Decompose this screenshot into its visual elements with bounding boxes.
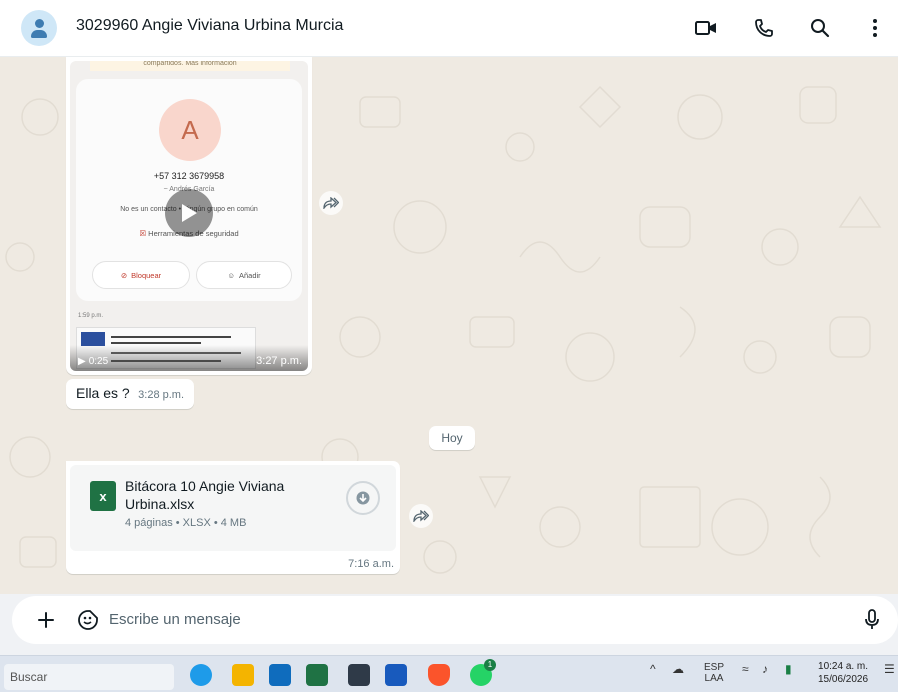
document-card[interactable]: x Bitácora 10 Angie Viviana Urbina.xlsx … (70, 465, 396, 551)
volume-icon[interactable]: ♪ (762, 662, 768, 676)
avatar-head-shape (35, 19, 44, 28)
sticky-notes-icon[interactable] (348, 664, 370, 686)
language-top: ESP (704, 662, 725, 673)
battery-icon[interactable]: ▮ (785, 662, 792, 676)
video-message-bubble[interactable]: compartidos. Más información A +57 312 3… (66, 57, 312, 375)
video-add-label: Añadir (238, 270, 261, 280)
text-message-bubble[interactable]: Ella es ? 3:28 p.m. (66, 379, 195, 409)
outlook-icon[interactable] (269, 664, 291, 686)
download-icon[interactable] (346, 481, 380, 515)
file-explorer-icon[interactable] (232, 664, 254, 686)
message-input[interactable]: Escribe un mensaje (109, 611, 241, 628)
language-indicator[interactable]: ESP LAA (704, 662, 724, 684)
wifi-icon[interactable]: ≈ (742, 662, 749, 676)
cloud-status-icon[interactable]: ☁ (672, 662, 684, 676)
microphone-icon[interactable] (858, 606, 886, 634)
video-contact-avatar: A (159, 99, 221, 161)
video-contact-phone: +57 312 3679958 (153, 171, 225, 181)
video-banner-text: compartidos. Más información (90, 61, 290, 71)
more-options-icon[interactable] (861, 14, 889, 42)
text-message-time: 3:28 p.m. (138, 389, 185, 401)
video-add-button: ☺ Añadir (196, 261, 292, 289)
text-message-content: Ella es ? (76, 385, 130, 401)
date-divider: Hoy (429, 426, 475, 450)
message-composer: Escribe un mensaje (0, 594, 898, 655)
block-icon: ⊘ (120, 270, 128, 280)
brave-browser-icon[interactable] (428, 664, 450, 686)
whatsapp-badge: 1 (484, 659, 496, 671)
contact-name[interactable]: 3029960 Angie Viviana Urbina Murcia (76, 17, 343, 35)
contact-avatar[interactable] (21, 10, 57, 46)
taskbar-clock[interactable]: 10:24 a. m. 15/06/2026 (818, 660, 868, 686)
document-file-meta: 4 páginas • XLSX • 4 MB (125, 517, 247, 529)
clock-time: 10:24 a. m. (818, 661, 869, 672)
attach-plus-icon[interactable] (32, 606, 60, 634)
forward-icon[interactable] (319, 191, 343, 215)
chat-area[interactable]: compartidos. Más información A +57 312 3… (0, 57, 898, 594)
video-call-icon[interactable] (692, 14, 720, 42)
video-duration-label: 0:25 (88, 356, 109, 367)
edge-browser-icon[interactable] (190, 664, 212, 686)
xlsx-file-icon: x (90, 481, 116, 511)
language-bottom: LAA (704, 673, 724, 684)
video-thumbnail[interactable]: compartidos. Más información A +57 312 3… (70, 61, 308, 371)
clock-date: 15/06/2026 (818, 674, 869, 685)
chat-header: 3029960 Angie Viviana Urbina Murcia (0, 0, 898, 57)
video-duration: ▶ 0:25 (78, 356, 108, 367)
document-file-name: Bitácora 10 Angie Viviana Urbina.xlsx (125, 478, 285, 512)
notification-bell-icon[interactable]: ☰ (884, 662, 895, 676)
document-message-bubble[interactable]: x Bitácora 10 Angie Viviana Urbina.xlsx … (66, 461, 400, 574)
document-logo-icon (81, 332, 105, 346)
excel-icon[interactable] (306, 664, 328, 686)
voice-call-icon[interactable] (750, 14, 778, 42)
video-inner-time: 1:59 p.m. (78, 313, 104, 319)
document-message-time: 7:16 a.m. (348, 558, 394, 570)
video-block-button: ⊘ Bloquear (92, 261, 190, 289)
play-icon[interactable] (165, 189, 213, 237)
composer-bar: Escribe un mensaje (12, 596, 898, 644)
avatar-body-shape (31, 30, 47, 38)
taskbar-search-input[interactable]: Buscar (4, 664, 174, 690)
video-camera-icon: ▶ (78, 356, 86, 367)
shield-icon: ☒ (139, 229, 147, 238)
search-icon[interactable] (806, 14, 834, 42)
whatsapp-icon[interactable]: 1 (470, 659, 496, 686)
tray-expand-icon[interactable]: ^ (650, 662, 656, 676)
video-message-time: 3:27 p.m. (256, 355, 302, 367)
sticker-emoji-icon[interactable] (74, 606, 102, 634)
windows-taskbar: Buscar 1 ^ ☁ ESP LAA ≈ ♪ ▮ 10:24 a. m. 1… (0, 655, 898, 692)
add-person-icon: ☺ (227, 270, 235, 280)
forward-icon[interactable] (409, 504, 433, 528)
video-block-label: Bloquear (131, 270, 162, 280)
word-icon[interactable] (385, 664, 407, 686)
